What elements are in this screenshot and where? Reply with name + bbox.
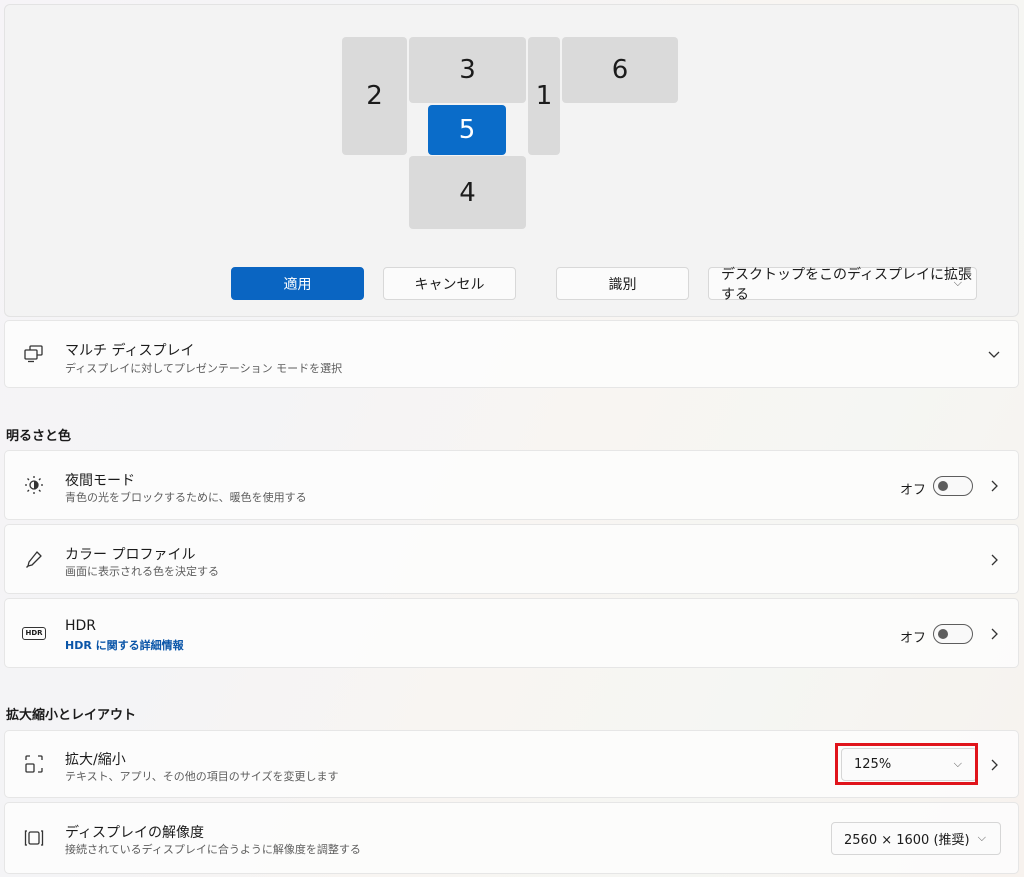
brightness-icon — [23, 474, 45, 496]
apply-button[interactable]: 適用 — [231, 267, 364, 300]
multi-display-icon — [23, 343, 45, 365]
chevron-right-icon — [988, 757, 1000, 771]
resolution-value: 2560 × 1600 (推奨) — [844, 833, 970, 848]
chevron-down-icon: ⌵ — [953, 276, 962, 289]
scale-subtitle: テキスト、アプリ、その他の項目のサイズを変更します — [65, 770, 339, 783]
eyedropper-icon — [23, 548, 45, 570]
chevron-down-icon: ⌵ — [977, 831, 986, 844]
extend-display-dropdown[interactable]: デスクトップをこのディスプレイに拡張する ⌵ — [708, 267, 977, 303]
hdr-card[interactable]: HDR HDR HDR に関する詳細情報 オフ — [4, 598, 1019, 668]
scale-section-heading: 拡大縮小とレイアウト — [6, 708, 137, 723]
night-mode-title: 夜間モード — [65, 473, 135, 489]
color-profile-title: カラー プロファイル — [65, 547, 196, 563]
display-arrangement-panel: 2 3 1 6 5 4 適用 キャンセル 識別 デスクトップをこのディスプレイに… — [4, 4, 1019, 317]
hdr-title: HDR — [65, 618, 97, 634]
scale-title: 拡大/縮小 — [65, 752, 126, 768]
resolution-card[interactable]: ディスプレイの解像度 接続されているディスプレイに合うように解像度を調整する 2… — [4, 802, 1019, 874]
brightness-section-heading: 明るさと色 — [6, 429, 72, 444]
night-mode-subtitle: 青色の光をブロックするために、暖色を使用する — [65, 491, 307, 504]
chevron-right-icon — [988, 478, 1000, 492]
monitor-2[interactable]: 2 — [342, 37, 407, 155]
cancel-button[interactable]: キャンセル — [383, 267, 516, 300]
hdr-info-link[interactable]: HDR に関する詳細情報 — [65, 637, 184, 653]
hdr-icon: HDR — [22, 622, 46, 644]
chevron-right-icon — [988, 552, 1000, 566]
color-profile-card[interactable]: カラー プロファイル 画面に表示される色を決定する — [4, 524, 1019, 594]
monitor-6[interactable]: 6 — [562, 37, 678, 103]
night-mode-state: オフ — [900, 483, 927, 498]
chevron-right-icon — [988, 626, 1000, 640]
night-mode-toggle[interactable] — [933, 476, 973, 496]
scale-highlight-box — [835, 743, 978, 785]
extend-display-label: デスクトップをこのディスプレイに拡張する — [721, 266, 973, 303]
resolution-title: ディスプレイの解像度 — [65, 825, 205, 841]
monitor-4[interactable]: 4 — [409, 156, 526, 229]
scale-icon — [23, 753, 45, 775]
resolution-dropdown[interactable]: 2560 × 1600 (推奨) ⌵ — [831, 822, 1001, 855]
multi-display-subtitle: ディスプレイに対してプレゼンテーション モードを選択 — [65, 362, 343, 375]
color-profile-subtitle: 画面に表示される色を決定する — [65, 565, 219, 578]
monitor-3[interactable]: 3 — [409, 37, 526, 103]
hdr-state: オフ — [900, 631, 927, 646]
night-mode-card[interactable]: 夜間モード 青色の光をブロックするために、暖色を使用する オフ — [4, 450, 1019, 520]
monitor-5[interactable]: 5 — [428, 105, 506, 155]
hdr-toggle[interactable] — [933, 624, 973, 644]
resolution-icon — [23, 827, 45, 849]
monitor-1[interactable]: 1 — [528, 37, 560, 155]
resolution-subtitle: 接続されているディスプレイに合うように解像度を調整する — [65, 843, 361, 856]
multi-display-card[interactable]: マルチ ディスプレイ ディスプレイに対してプレゼンテーション モードを選択 — [4, 320, 1019, 388]
identify-button[interactable]: 識別 — [556, 267, 689, 300]
chevron-down-icon — [988, 347, 1000, 361]
multi-display-title: マルチ ディスプレイ — [65, 343, 195, 359]
